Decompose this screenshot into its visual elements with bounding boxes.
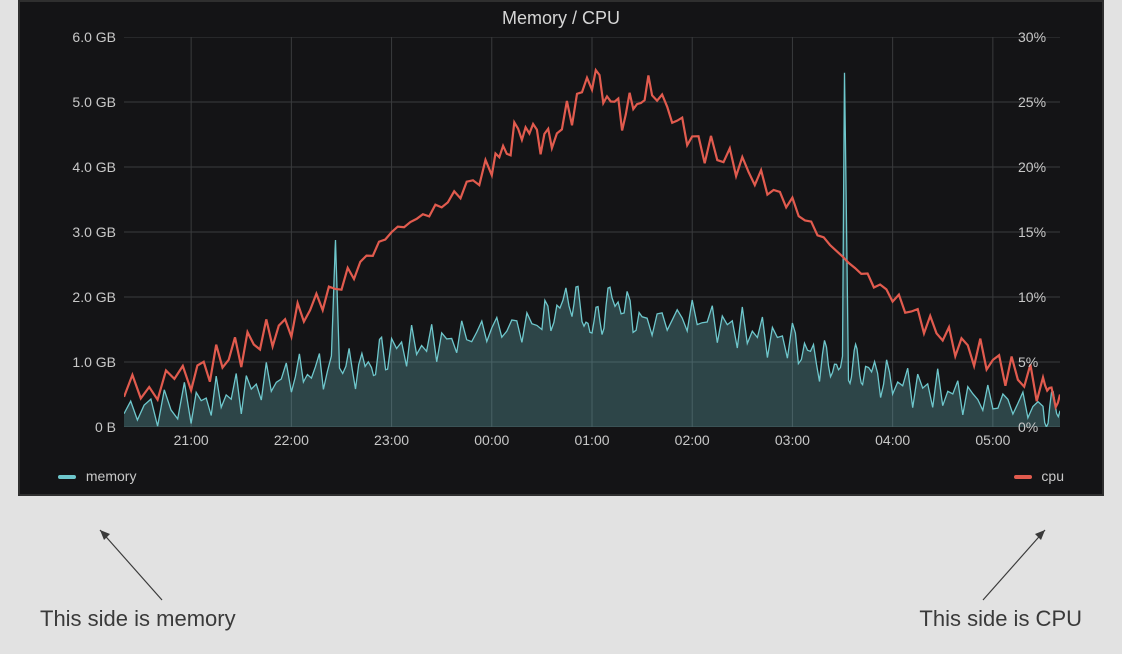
legend-swatch-cpu: [1014, 475, 1032, 479]
x-tick: 23:00: [374, 432, 409, 448]
chart-title: Memory / CPU: [20, 2, 1102, 29]
annotation-left: This side is memory: [40, 606, 236, 632]
y-left-tick: 4.0 GB: [54, 159, 116, 175]
y-right-tick: 0%: [1018, 419, 1068, 435]
y-right-tick: 10%: [1018, 289, 1068, 305]
plot-area: [124, 37, 1060, 427]
y-left-tick: 6.0 GB: [54, 29, 116, 45]
legend-memory[interactable]: memory: [58, 468, 136, 484]
chart-panel: Memory / CPU memory cpu 0 B 1.0 GB 2.0 GB 3…: [18, 0, 1104, 496]
y-left-tick: 2.0 GB: [54, 289, 116, 305]
y-left-tick: 0 B: [54, 419, 116, 435]
y-right-tick: 5%: [1018, 354, 1068, 370]
y-right-tick: 15%: [1018, 224, 1068, 240]
y-right-tick: 25%: [1018, 94, 1068, 110]
y-right-tick: 30%: [1018, 29, 1068, 45]
x-tick: 04:00: [875, 432, 910, 448]
x-tick: 00:00: [474, 432, 509, 448]
legend-cpu[interactable]: cpu: [1014, 468, 1064, 484]
x-tick: 05:00: [975, 432, 1010, 448]
y-left-tick: 3.0 GB: [54, 224, 116, 240]
x-tick: 22:00: [274, 432, 309, 448]
y-left-tick: 1.0 GB: [54, 354, 116, 370]
chart-svg: [124, 37, 1060, 427]
y-right-tick: 20%: [1018, 159, 1068, 175]
x-tick: 03:00: [775, 432, 810, 448]
x-tick: 02:00: [675, 432, 710, 448]
x-tick: 21:00: [174, 432, 209, 448]
legend-swatch-memory: [58, 475, 76, 479]
legend-label-memory: memory: [86, 468, 137, 484]
legend-label-cpu: cpu: [1041, 468, 1064, 484]
y-left-tick: 5.0 GB: [54, 94, 116, 110]
annotation-right: This side is CPU: [919, 606, 1082, 632]
x-tick: 01:00: [574, 432, 609, 448]
